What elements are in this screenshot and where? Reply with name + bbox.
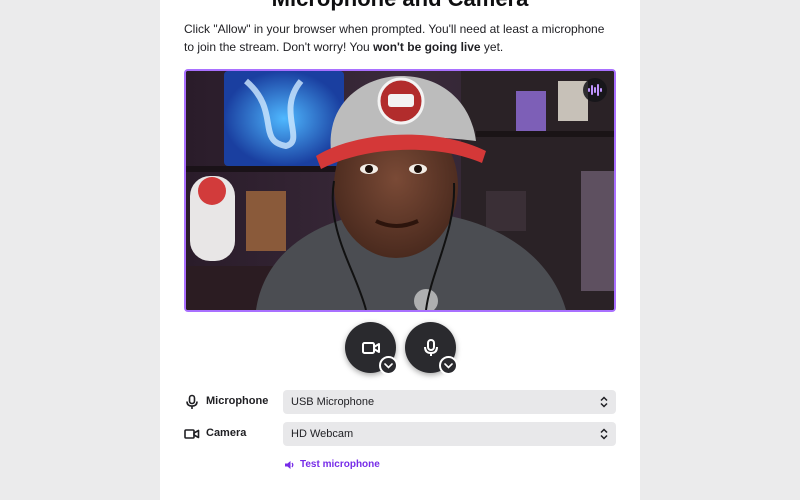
microphone-toggle-button[interactable] — [405, 322, 458, 375]
video-camera-icon — [184, 429, 200, 439]
camera-options-dropdown[interactable] — [379, 356, 398, 375]
intro-text: Click "Allow" in your browser when promp… — [184, 20, 616, 56]
intro-text-part2: yet. — [480, 40, 504, 54]
camera-preview — [184, 69, 616, 312]
select-arrows-icon — [600, 396, 608, 408]
chevron-down-icon — [384, 362, 393, 369]
select-arrows-icon — [600, 428, 608, 440]
camera-select-value: HD Webcam — [291, 428, 354, 440]
microphone-select[interactable]: USB Microphone — [283, 390, 616, 414]
speaker-icon — [285, 461, 294, 469]
microphone-icon — [186, 394, 198, 409]
setup-panel: Microphone and Camera Click "Allow" in y… — [160, 0, 640, 500]
video-camera-icon — [361, 341, 380, 354]
camera-label: Camera — [206, 427, 247, 439]
microphone-label: Microphone — [206, 395, 269, 407]
test-microphone-link[interactable]: Test microphone — [284, 458, 380, 472]
microphone-options-dropdown[interactable] — [439, 356, 458, 375]
microphone-select-value: USB Microphone — [291, 396, 375, 408]
chevron-down-icon — [444, 362, 453, 369]
camera-select[interactable]: HD Webcam — [283, 422, 616, 446]
microphone-icon — [423, 338, 438, 356]
test-microphone-label: Test microphone — [300, 459, 380, 470]
page-title: Microphone and Camera — [184, 0, 616, 12]
intro-text-emphasis: won't be going live — [373, 40, 481, 54]
camera-setting-row: Camera HD Webcam — [184, 422, 616, 446]
microphone-setting-row: Microphone USB Microphone — [184, 390, 616, 414]
camera-preview-image — [186, 71, 614, 310]
camera-toggle-button[interactable] — [345, 322, 398, 375]
audio-waveform-icon — [583, 78, 607, 102]
